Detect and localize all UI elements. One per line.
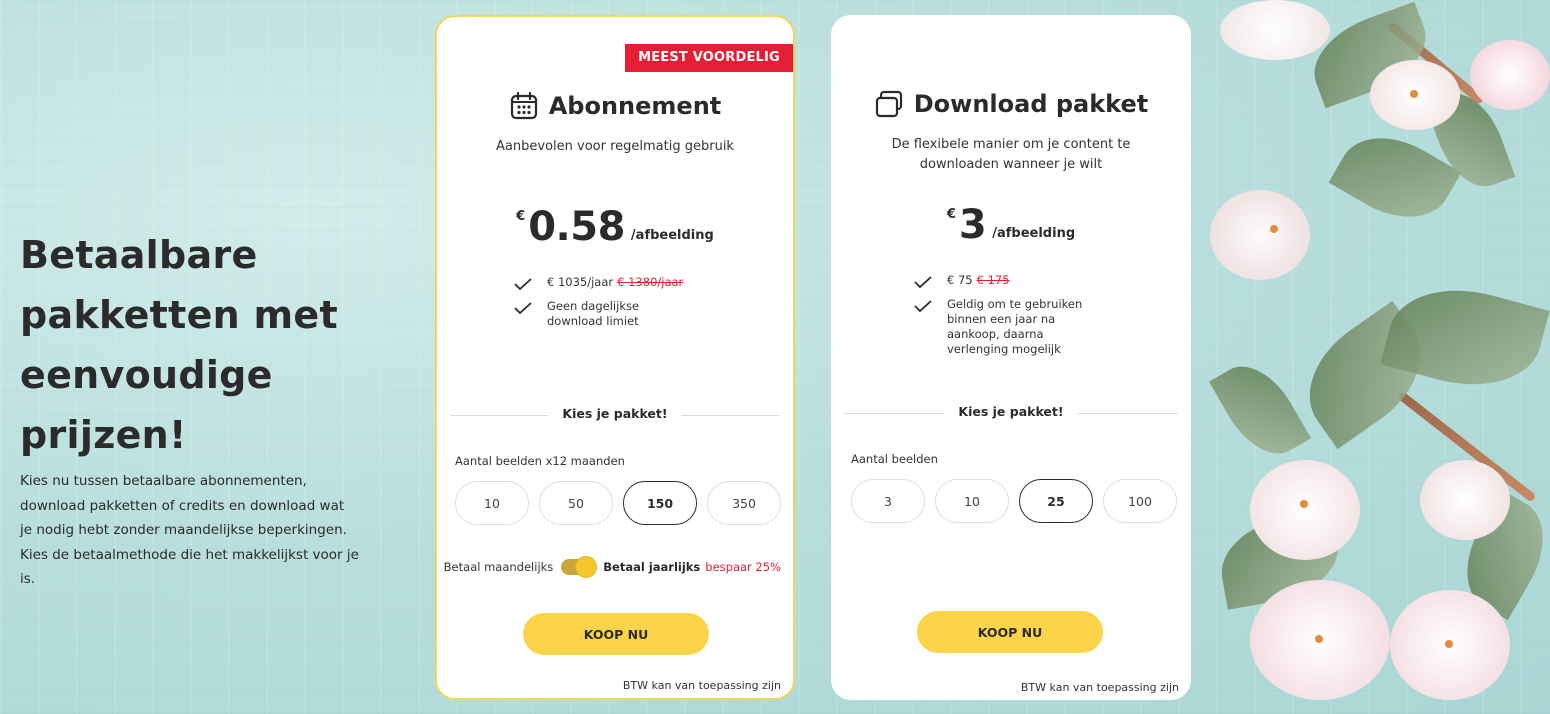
feature-item: € 75 € 175 xyxy=(913,273,1113,289)
quantity-option-350[interactable]: 350 xyxy=(707,481,781,525)
quantity-option-100[interactable]: 100 xyxy=(1103,479,1177,523)
quantity-label: Aantal beelden xyxy=(851,452,938,466)
subscription-features: € 1035/jaar € 1380/jaar Geen dagelijkse d… xyxy=(513,275,713,337)
feature-text: € 75 € 175 xyxy=(947,273,1010,287)
currency-symbol: € xyxy=(516,209,526,224)
subscription-price: € 0.58 /afbeelding xyxy=(437,205,793,249)
download-title-row: Download pakket xyxy=(831,89,1191,119)
quantity-option-150[interactable]: 150 xyxy=(623,481,697,525)
check-icon xyxy=(914,276,932,289)
quantity-option-3[interactable]: 3 xyxy=(851,479,925,523)
buy-now-button[interactable]: KOOP NU xyxy=(523,613,709,655)
image-stack-icon xyxy=(874,89,904,119)
price-value: 0.58 xyxy=(528,204,625,250)
choose-package-label: Kies je pakket! xyxy=(944,404,1078,419)
quantity-option-50[interactable]: 50 xyxy=(539,481,613,525)
download-price: € 3 /afbeelding xyxy=(831,203,1191,247)
hero-section: Betaalbare pakketten met eenvoudige prij… xyxy=(20,225,420,592)
subscription-subtitle: Aanbevolen voor regelmatig gebruik xyxy=(496,139,734,154)
currency-symbol: € xyxy=(946,207,956,222)
billing-toggle-row: Betaal maandelijks Betaal jaarlijks besp… xyxy=(444,556,781,578)
download-features: € 75 € 175 Geldig om te gebruiken binnen … xyxy=(913,273,1113,365)
feature-text: Geen dagelijkse download limiet xyxy=(547,299,640,328)
download-subtitle: De flexibele manier om je content te dow… xyxy=(891,137,1131,172)
best-value-badge: MEEST VOORDELIG xyxy=(625,44,793,72)
feature-item: Geen dagelijkse download limiet xyxy=(513,299,713,329)
quantity-options[interactable]: 10 50 150 350 xyxy=(455,481,781,525)
price-unit: /afbeelding xyxy=(992,226,1076,241)
old-price: € 1380/jaar xyxy=(617,275,684,289)
feature-item: Geldig om te gebruiken binnen een jaar n… xyxy=(913,297,1113,357)
subscription-card: MEEST VOORDELIG Abonnement Aanbevolen vo… xyxy=(435,15,795,700)
feature-text: € 1035/jaar € 1380/jaar xyxy=(547,275,684,289)
feature-text: Geldig om te gebruiken binnen een jaar n… xyxy=(947,297,1083,356)
choose-package-divider: Kies je pakket! xyxy=(844,404,1178,424)
quantity-option-10[interactable]: 10 xyxy=(455,481,529,525)
billing-toggle-switch[interactable] xyxy=(561,556,598,578)
download-package-card: Download pakket De flexibele manier om j… xyxy=(831,15,1191,700)
check-icon xyxy=(514,278,532,291)
hero-title-line-3: eenvoudige prijzen! xyxy=(20,353,273,457)
pay-yearly-label[interactable]: Betaal jaarlijks xyxy=(603,560,700,574)
check-icon xyxy=(914,300,932,313)
hero-description: Kies nu tussen betaalbare abonnementen, … xyxy=(20,473,359,587)
choose-package-label: Kies je pakket! xyxy=(548,406,682,421)
calendar-icon xyxy=(509,91,539,121)
pay-monthly-label[interactable]: Betaal maandelijks xyxy=(444,560,554,574)
quantity-option-25[interactable]: 25 xyxy=(1019,479,1093,523)
quantity-option-10[interactable]: 10 xyxy=(935,479,1009,523)
quantity-options[interactable]: 3 10 25 100 xyxy=(851,479,1177,523)
subscription-title-row: Abonnement xyxy=(437,91,793,121)
subscription-title: Abonnement xyxy=(548,92,722,120)
price-value: 3 xyxy=(958,202,987,248)
hero-title-line-2: pakketten met xyxy=(20,293,338,337)
download-title: Download pakket xyxy=(913,90,1149,118)
save-percentage: bespaar 25% xyxy=(705,560,781,574)
check-icon xyxy=(514,302,532,315)
hero-title: Betaalbare pakketten met eenvoudige prij… xyxy=(20,225,420,465)
tax-note: BTW kan van toepassing zijn xyxy=(1020,681,1179,694)
hero-title-line-1: Betaalbare xyxy=(20,233,258,277)
choose-package-divider: Kies je pakket! xyxy=(450,406,780,426)
feature-item: € 1035/jaar € 1380/jaar xyxy=(513,275,713,291)
flower-decoration-image xyxy=(1190,0,1550,714)
price-unit: /afbeelding xyxy=(630,228,714,243)
buy-now-button[interactable]: KOOP NU xyxy=(917,611,1103,653)
quantity-label: Aantal beelden x12 maanden xyxy=(455,454,625,468)
old-price: € 175 xyxy=(976,273,1010,287)
tax-note: BTW kan van toepassing zijn xyxy=(622,679,781,692)
